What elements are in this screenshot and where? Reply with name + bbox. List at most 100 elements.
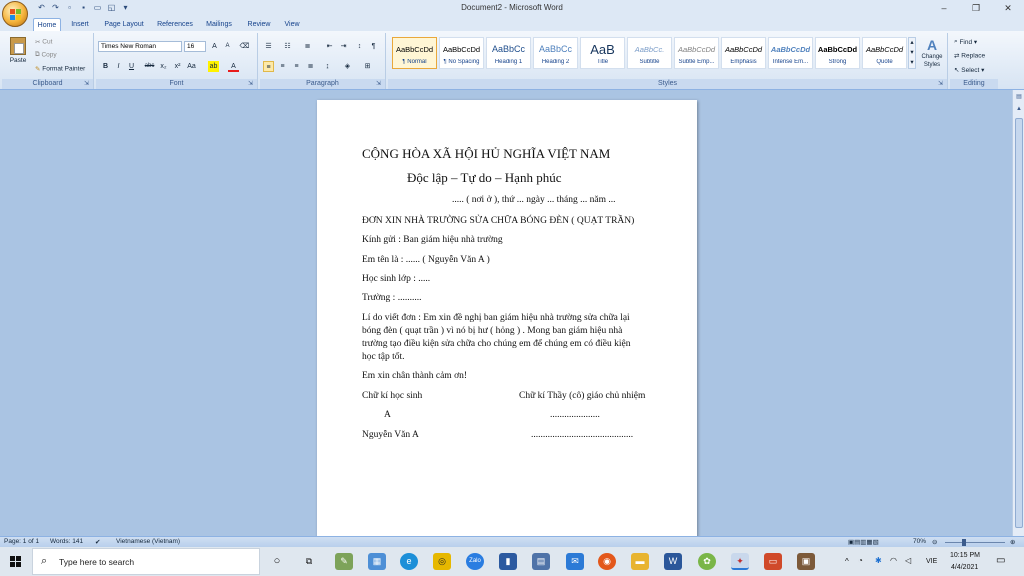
app-icon-7[interactable]: ▭ bbox=[764, 553, 782, 570]
clear-formatting-icon[interactable]: ⌫ bbox=[239, 41, 250, 52]
font-launcher-icon[interactable]: ⇲ bbox=[248, 81, 255, 88]
clock-date[interactable]: 4/4/2021 bbox=[951, 564, 978, 571]
file-explorer-icon[interactable]: ▬ bbox=[631, 553, 649, 570]
styles-scroll[interactable]: ▴ ▾ ▾ bbox=[908, 37, 916, 69]
borders-icon[interactable]: ⊞ bbox=[362, 61, 373, 72]
style-title[interactable]: AaB Title bbox=[580, 37, 625, 69]
tab-references[interactable]: References bbox=[154, 18, 196, 31]
close-button[interactable]: ✕ bbox=[992, 0, 1024, 16]
align-right-icon[interactable]: ≡ bbox=[291, 61, 302, 72]
zoom-out-icon[interactable]: ⊖ bbox=[932, 538, 937, 546]
task-view-icon[interactable]: ⧉ bbox=[300, 553, 318, 570]
zoom-level[interactable]: 70% bbox=[913, 538, 926, 545]
tab-review[interactable]: Review bbox=[244, 18, 274, 31]
line-spacing-icon[interactable]: ↨ bbox=[322, 61, 333, 72]
show-paragraph-marks-icon[interactable]: ¶ bbox=[368, 41, 379, 52]
app-icon-3[interactable]: ◎ bbox=[433, 553, 451, 570]
find-button[interactable]: ⌕ Find ▾ bbox=[954, 38, 977, 46]
active-app-icon[interactable]: ✦ bbox=[731, 553, 749, 570]
app-icon-5[interactable]: ▤ bbox=[532, 553, 550, 570]
select-button[interactable]: ↖ Select ▾ bbox=[954, 66, 984, 74]
maximize-button[interactable]: ❐ bbox=[960, 0, 992, 16]
proofing-icon[interactable]: ✔ bbox=[95, 538, 100, 546]
style-normal[interactable]: AaBbCcDd ¶ Normal bbox=[392, 37, 437, 69]
strikethrough-icon[interactable]: abc bbox=[144, 61, 155, 72]
style-subtle-emphasis[interactable]: AaBbCcDd Subtle Emp... bbox=[674, 37, 719, 69]
tab-mailings[interactable]: Mailings bbox=[202, 18, 236, 31]
tab-view[interactable]: View bbox=[280, 18, 304, 31]
increase-indent-icon[interactable]: ⇥ bbox=[338, 41, 349, 52]
paste-button[interactable]: Paste bbox=[6, 37, 30, 64]
document-workspace[interactable]: CỘNG HÒA XÃ HỘI HỦ NGHĨA VIỆT NAM Độc lậ… bbox=[0, 90, 1012, 536]
zalo-icon[interactable]: Zalo bbox=[466, 553, 484, 570]
tray-overflow-icon[interactable]: ^ bbox=[845, 557, 849, 566]
word-count[interactable]: Words: 141 bbox=[50, 538, 83, 545]
subscript-icon[interactable]: x₂ bbox=[158, 61, 169, 72]
numbering-icon[interactable]: ☷ bbox=[282, 41, 293, 52]
scroll-up-icon[interactable]: ▲ bbox=[1013, 104, 1024, 114]
style-heading-1[interactable]: AaBbCc Heading 1 bbox=[486, 37, 531, 69]
ruler-toggle-icon[interactable]: ▤ bbox=[1013, 92, 1024, 102]
format-painter-button[interactable]: ✎ Format Painter bbox=[35, 65, 85, 73]
style-heading-2[interactable]: AaBbCc Heading 2 bbox=[533, 37, 578, 69]
style-emphasis[interactable]: AaBbCcDd Emphasis bbox=[721, 37, 766, 69]
italic-icon[interactable]: I bbox=[113, 61, 124, 72]
network-icon[interactable]: ◔ bbox=[858, 556, 863, 565]
taskbar-search-box[interactable]: ⌕ Type here to search bbox=[32, 548, 260, 575]
style-strong[interactable]: AaBbCcDd Strong bbox=[815, 37, 860, 69]
replace-button[interactable]: ⇄ Replace bbox=[954, 52, 985, 60]
input-language[interactable]: VIE bbox=[926, 558, 937, 565]
office-button[interactable] bbox=[2, 1, 28, 27]
decrease-indent-icon[interactable]: ⇤ bbox=[324, 41, 335, 52]
change-styles-button[interactable]: A Change Styles bbox=[918, 37, 946, 69]
font-name-select[interactable]: Times New Roman bbox=[98, 41, 182, 52]
vertical-scrollbar[interactable]: ▤ ▲ bbox=[1012, 90, 1024, 536]
justify-icon[interactable]: ≣ bbox=[305, 61, 316, 72]
bullets-icon[interactable]: ☰ bbox=[263, 41, 274, 52]
zoom-slider[interactable] bbox=[945, 542, 1005, 543]
mail-icon[interactable]: ✉ bbox=[566, 553, 584, 570]
style-no-spacing[interactable]: AaBbCcDd ¶ No Spacing bbox=[439, 37, 484, 69]
word-icon[interactable]: W bbox=[664, 553, 682, 570]
grow-font-icon[interactable]: A bbox=[209, 41, 220, 52]
paragraph-launcher-icon[interactable]: ⇲ bbox=[376, 81, 383, 88]
firefox-icon[interactable]: ◉ bbox=[598, 553, 616, 570]
notification-icon[interactable]: ▭ bbox=[996, 555, 1005, 566]
cortana-icon[interactable]: ○ bbox=[268, 553, 286, 570]
style-intense-emphasis[interactable]: AaBbCcDd Intense Em... bbox=[768, 37, 813, 69]
bluetooth-icon[interactable]: ✱ bbox=[875, 556, 882, 565]
multilevel-list-icon[interactable]: ≣ bbox=[302, 41, 313, 52]
scroll-thumb[interactable] bbox=[1015, 118, 1023, 528]
zoom-slider-handle[interactable] bbox=[962, 539, 966, 546]
volume-icon[interactable]: ◁ bbox=[905, 556, 911, 565]
zoom-in-icon[interactable]: ⊕ bbox=[1010, 538, 1015, 546]
language-indicator[interactable]: Vietnamese (Vietnam) bbox=[116, 538, 180, 545]
highlight-icon[interactable]: ab bbox=[208, 61, 219, 72]
clock-time[interactable]: 10:15 PM bbox=[950, 552, 980, 559]
align-center-icon[interactable]: ≡ bbox=[277, 61, 288, 72]
app-icon-1[interactable]: ✎ bbox=[335, 553, 353, 570]
change-case-icon[interactable]: Aa bbox=[186, 61, 197, 72]
clipboard-launcher-icon[interactable]: ⇲ bbox=[84, 81, 91, 88]
underline-icon[interactable]: U bbox=[126, 61, 137, 72]
edge-icon[interactable]: e bbox=[400, 553, 418, 570]
minimize-button[interactable]: – bbox=[928, 0, 960, 16]
page-count[interactable]: Page: 1 of 1 bbox=[4, 538, 39, 545]
app-icon-2[interactable]: ▦ bbox=[368, 553, 386, 570]
shading-icon[interactable]: ◈ bbox=[342, 61, 353, 72]
superscript-icon[interactable]: x² bbox=[172, 61, 183, 72]
font-color-icon[interactable]: A bbox=[228, 61, 239, 72]
bold-icon[interactable]: B bbox=[100, 61, 111, 72]
document-page[interactable]: CỘNG HÒA XÃ HỘI HỦ NGHĨA VIỆT NAM Độc lậ… bbox=[317, 100, 697, 536]
sort-icon[interactable]: ↕ bbox=[354, 41, 365, 52]
app-icon-8[interactable]: ▣ bbox=[797, 553, 815, 570]
align-left-icon[interactable]: ≡ bbox=[263, 61, 274, 72]
style-subtitle[interactable]: AaBbCc. Subtitle bbox=[627, 37, 672, 69]
font-size-select[interactable]: 16 bbox=[184, 41, 206, 52]
style-quote[interactable]: AaBbCcDd Quote bbox=[862, 37, 907, 69]
wifi-icon[interactable]: ◠ bbox=[890, 556, 897, 565]
shrink-font-icon[interactable]: A bbox=[222, 41, 233, 52]
tab-page-layout[interactable]: Page Layout bbox=[100, 18, 148, 31]
cut-button[interactable]: ✂ Cut bbox=[35, 38, 52, 46]
tab-insert[interactable]: Insert bbox=[66, 18, 94, 31]
